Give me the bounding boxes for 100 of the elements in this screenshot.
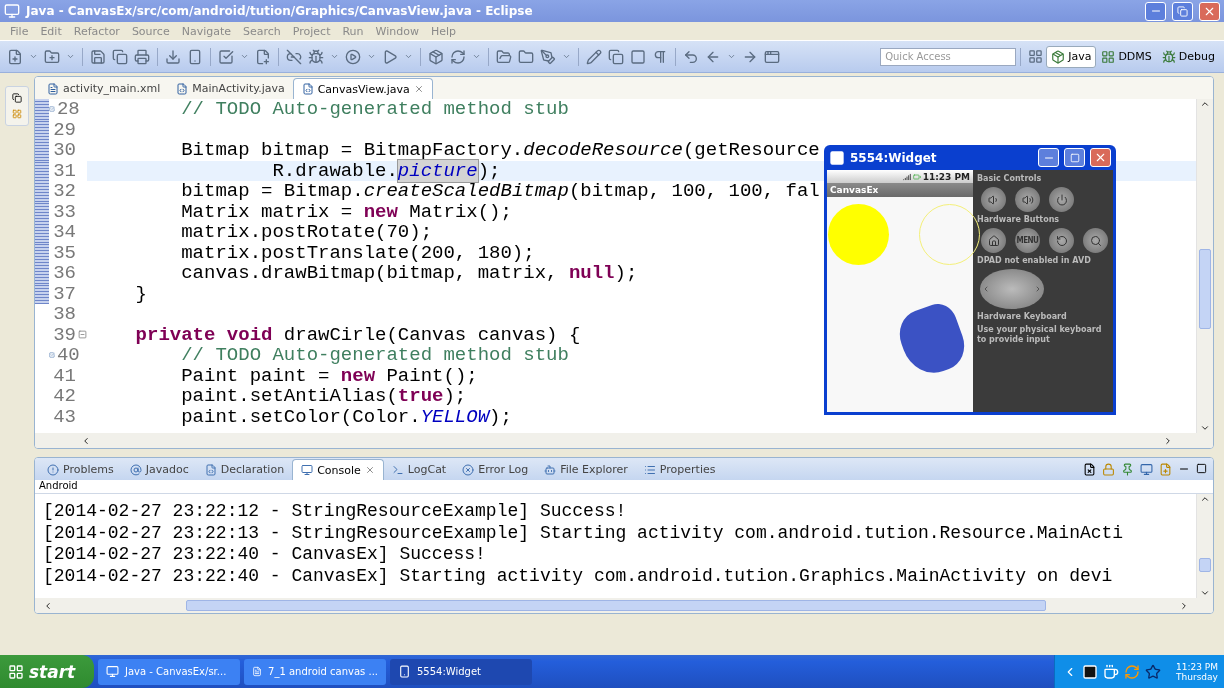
caret-icon[interactable]: [330, 52, 339, 61]
scroll-right-icon[interactable]: [1179, 600, 1189, 611]
maximize-button[interactable]: [1064, 148, 1085, 167]
copy-icon[interactable]: [608, 48, 624, 65]
printer-icon[interactable]: [134, 48, 150, 65]
view-tab[interactable]: Console: [292, 459, 384, 480]
view-tab[interactable]: Problems: [39, 459, 122, 480]
undo-icon[interactable]: [683, 48, 699, 65]
horizontal-scrollbar[interactable]: [35, 433, 1213, 448]
star-icon[interactable]: [1145, 663, 1161, 680]
caret-icon[interactable]: [727, 52, 736, 61]
refresh-icon[interactable]: [450, 48, 466, 65]
view-tab[interactable]: Javadoc: [121, 459, 197, 480]
scroll-left-icon[interactable]: [43, 600, 53, 611]
editor-tab[interactable]: MainActivity.java: [168, 78, 293, 99]
horizontal-scrollbar[interactable]: [35, 598, 1213, 613]
scrollbar-thumb[interactable]: [1199, 558, 1211, 572]
open-perspective-icon[interactable]: [1028, 49, 1044, 64]
view-tab[interactable]: Declaration: [196, 459, 293, 480]
scroll-down-icon[interactable]: [1200, 423, 1210, 433]
run-icon[interactable]: [382, 48, 398, 65]
speaker-icon: [987, 193, 1000, 206]
pen-icon[interactable]: [540, 48, 556, 65]
dpad[interactable]: [980, 269, 1044, 309]
taskbar-button[interactable]: Java - CanvasEx/sr...: [98, 658, 240, 685]
folder-icon[interactable]: [518, 48, 534, 65]
link-off-icon[interactable]: [286, 48, 302, 65]
pilcrow-icon[interactable]: [652, 48, 668, 65]
scroll-up-icon[interactable]: [1200, 494, 1210, 504]
scroll-up-icon[interactable]: [1200, 99, 1210, 109]
scroll-down-icon[interactable]: [1200, 588, 1210, 598]
close-icon[interactable]: [364, 465, 375, 475]
lock-icon[interactable]: [1102, 462, 1115, 476]
maximize-icon[interactable]: [1196, 462, 1207, 474]
view-tab[interactable]: Error Log: [454, 459, 537, 480]
cup-icon[interactable]: [1103, 663, 1119, 680]
clear-console-icon[interactable]: [1083, 462, 1096, 476]
home-button[interactable]: [981, 228, 1006, 253]
new-class-icon[interactable]: [255, 48, 271, 65]
menu-button[interactable]: MENU: [1015, 228, 1040, 253]
grid-icon[interactable]: [12, 109, 22, 119]
view-tab[interactable]: LogCat: [383, 459, 455, 480]
perspective-button[interactable]: Debug: [1156, 45, 1220, 68]
restore-icon[interactable]: [12, 93, 22, 103]
scrollbar[interactable]: [1196, 99, 1213, 433]
caret-icon[interactable]: [29, 52, 38, 61]
taskbar-button[interactable]: 7_1 android canvas ...: [244, 658, 386, 685]
editor-tab[interactable]: CanvasView.java: [292, 78, 433, 99]
window-icon[interactable]: [764, 48, 780, 65]
save-icon[interactable]: [90, 48, 106, 65]
caret-icon[interactable]: [240, 52, 249, 61]
start-button[interactable]: start: [0, 655, 94, 688]
download-icon[interactable]: [165, 48, 181, 65]
caret-icon[interactable]: [562, 52, 571, 61]
caret-icon[interactable]: [472, 52, 481, 61]
scrollbar[interactable]: [1196, 494, 1213, 598]
power-button[interactable]: [1049, 187, 1074, 212]
editor-tab[interactable]: activity_main.xml: [39, 78, 169, 99]
package-icon: [1051, 49, 1066, 64]
scrollbar-thumb[interactable]: [1199, 249, 1211, 329]
perspective-button[interactable]: DDMS: [1096, 45, 1157, 68]
scroll-left-icon[interactable]: [81, 435, 91, 446]
new-folder-icon[interactable]: [44, 48, 60, 65]
restore-button[interactable]: [1172, 1, 1193, 21]
view-tab[interactable]: Properties: [635, 459, 724, 480]
close-icon[interactable]: [413, 84, 424, 94]
display-icon[interactable]: [1140, 462, 1153, 476]
bug-icon[interactable]: [308, 48, 324, 65]
play-icon[interactable]: [345, 48, 361, 65]
new-console-icon[interactable]: [1159, 462, 1172, 476]
taskbar-button[interactable]: 5554:Widget: [390, 658, 532, 685]
app-tray-icon[interactable]: [1082, 663, 1098, 680]
checkbox-icon[interactable]: [218, 48, 234, 65]
fold-icon[interactable]: [78, 330, 87, 340]
minimize-button[interactable]: [1145, 1, 1166, 21]
back-button[interactable]: [1049, 228, 1074, 253]
close-button[interactable]: [1199, 1, 1220, 21]
copy-icon[interactable]: [112, 48, 128, 65]
volume-down-button[interactable]: [981, 187, 1006, 212]
pencil-icon[interactable]: [586, 48, 602, 65]
minimize-button[interactable]: [1038, 148, 1059, 167]
code-line: Bitmap bitmap = BitmapFactory.decodeResource(getResource: [180, 140, 820, 161]
view-tab[interactable]: File Explorer: [536, 459, 636, 480]
caret-icon[interactable]: [66, 52, 75, 61]
new-file-icon[interactable]: [7, 48, 23, 65]
volume-up-button[interactable]: [1015, 187, 1040, 212]
package-icon[interactable]: [428, 48, 444, 65]
open-folder-icon[interactable]: [496, 48, 512, 65]
square-icon[interactable]: [630, 48, 646, 65]
line-number: 28: [56, 98, 80, 121]
emulator-title: 5554:Widget: [850, 150, 938, 165]
search-button[interactable]: [1083, 228, 1108, 253]
perspective-button[interactable]: Java: [1046, 45, 1097, 68]
quick-access-field[interactable]: Quick Access: [880, 47, 1017, 66]
caret-icon[interactable]: [367, 52, 376, 61]
phone-icon[interactable]: [187, 48, 203, 65]
close-button[interactable]: [1090, 148, 1111, 167]
caret-icon[interactable]: [404, 52, 413, 61]
pin-icon[interactable]: [1121, 462, 1134, 476]
scroll-right-icon[interactable]: [1163, 435, 1173, 446]
